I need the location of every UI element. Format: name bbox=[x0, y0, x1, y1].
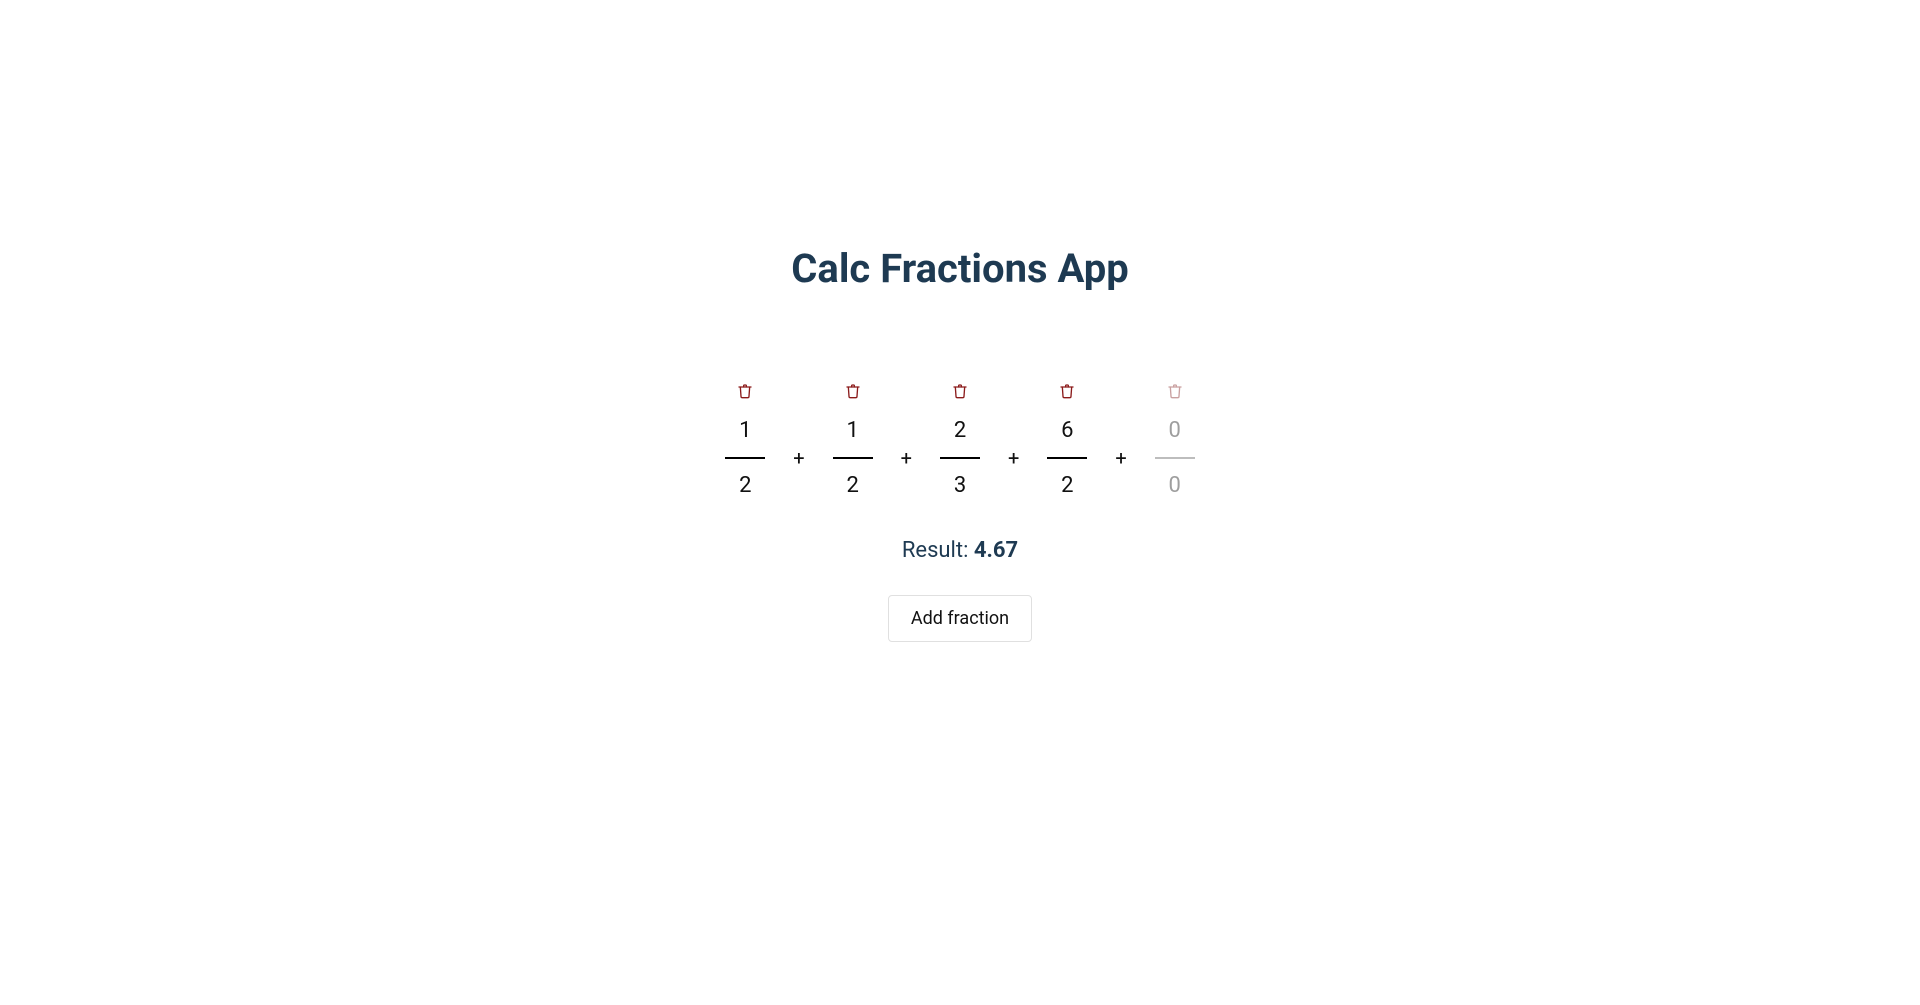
delete-fraction-button[interactable] bbox=[1167, 382, 1183, 400]
result-label: Result: bbox=[902, 538, 974, 563]
denominator-input[interactable] bbox=[1047, 473, 1087, 498]
trash-icon bbox=[1059, 382, 1075, 400]
fraction-bar bbox=[940, 457, 980, 459]
fractions-row: + + + + bbox=[725, 382, 1194, 498]
page-title: Calc Fractions App bbox=[791, 245, 1129, 292]
trash-icon bbox=[737, 382, 753, 400]
trash-icon bbox=[845, 382, 861, 400]
denominator-input[interactable] bbox=[833, 473, 873, 498]
operator-plus: + bbox=[1008, 446, 1019, 470]
numerator-input[interactable] bbox=[725, 418, 765, 443]
numerator-input[interactable] bbox=[833, 418, 873, 443]
fraction-bar bbox=[1047, 457, 1087, 459]
numerator-input[interactable] bbox=[1047, 418, 1087, 443]
fraction-3 bbox=[1047, 382, 1087, 498]
fraction-2 bbox=[940, 382, 980, 498]
delete-fraction-button[interactable] bbox=[737, 382, 753, 400]
numerator-input[interactable] bbox=[940, 418, 980, 443]
result-value: 4.67 bbox=[974, 538, 1018, 563]
fraction-0 bbox=[725, 382, 765, 498]
trash-icon bbox=[1167, 382, 1183, 400]
add-fraction-button[interactable]: Add fraction bbox=[888, 595, 1032, 642]
result-line: Result: 4.67 bbox=[902, 538, 1018, 563]
delete-fraction-button[interactable] bbox=[845, 382, 861, 400]
fraction-bar bbox=[725, 457, 765, 459]
delete-fraction-button[interactable] bbox=[952, 382, 968, 400]
numerator-input[interactable] bbox=[1155, 418, 1195, 443]
operator-plus: + bbox=[901, 446, 912, 470]
fraction-1 bbox=[833, 382, 873, 498]
fraction-bar bbox=[1155, 457, 1195, 459]
operator-plus: + bbox=[1115, 446, 1126, 470]
denominator-input[interactable] bbox=[725, 473, 765, 498]
denominator-input[interactable] bbox=[940, 473, 980, 498]
operator-plus: + bbox=[793, 446, 804, 470]
trash-icon bbox=[952, 382, 968, 400]
denominator-input[interactable] bbox=[1155, 473, 1195, 498]
fraction-4 bbox=[1155, 382, 1195, 498]
fraction-bar bbox=[833, 457, 873, 459]
delete-fraction-button[interactable] bbox=[1059, 382, 1075, 400]
